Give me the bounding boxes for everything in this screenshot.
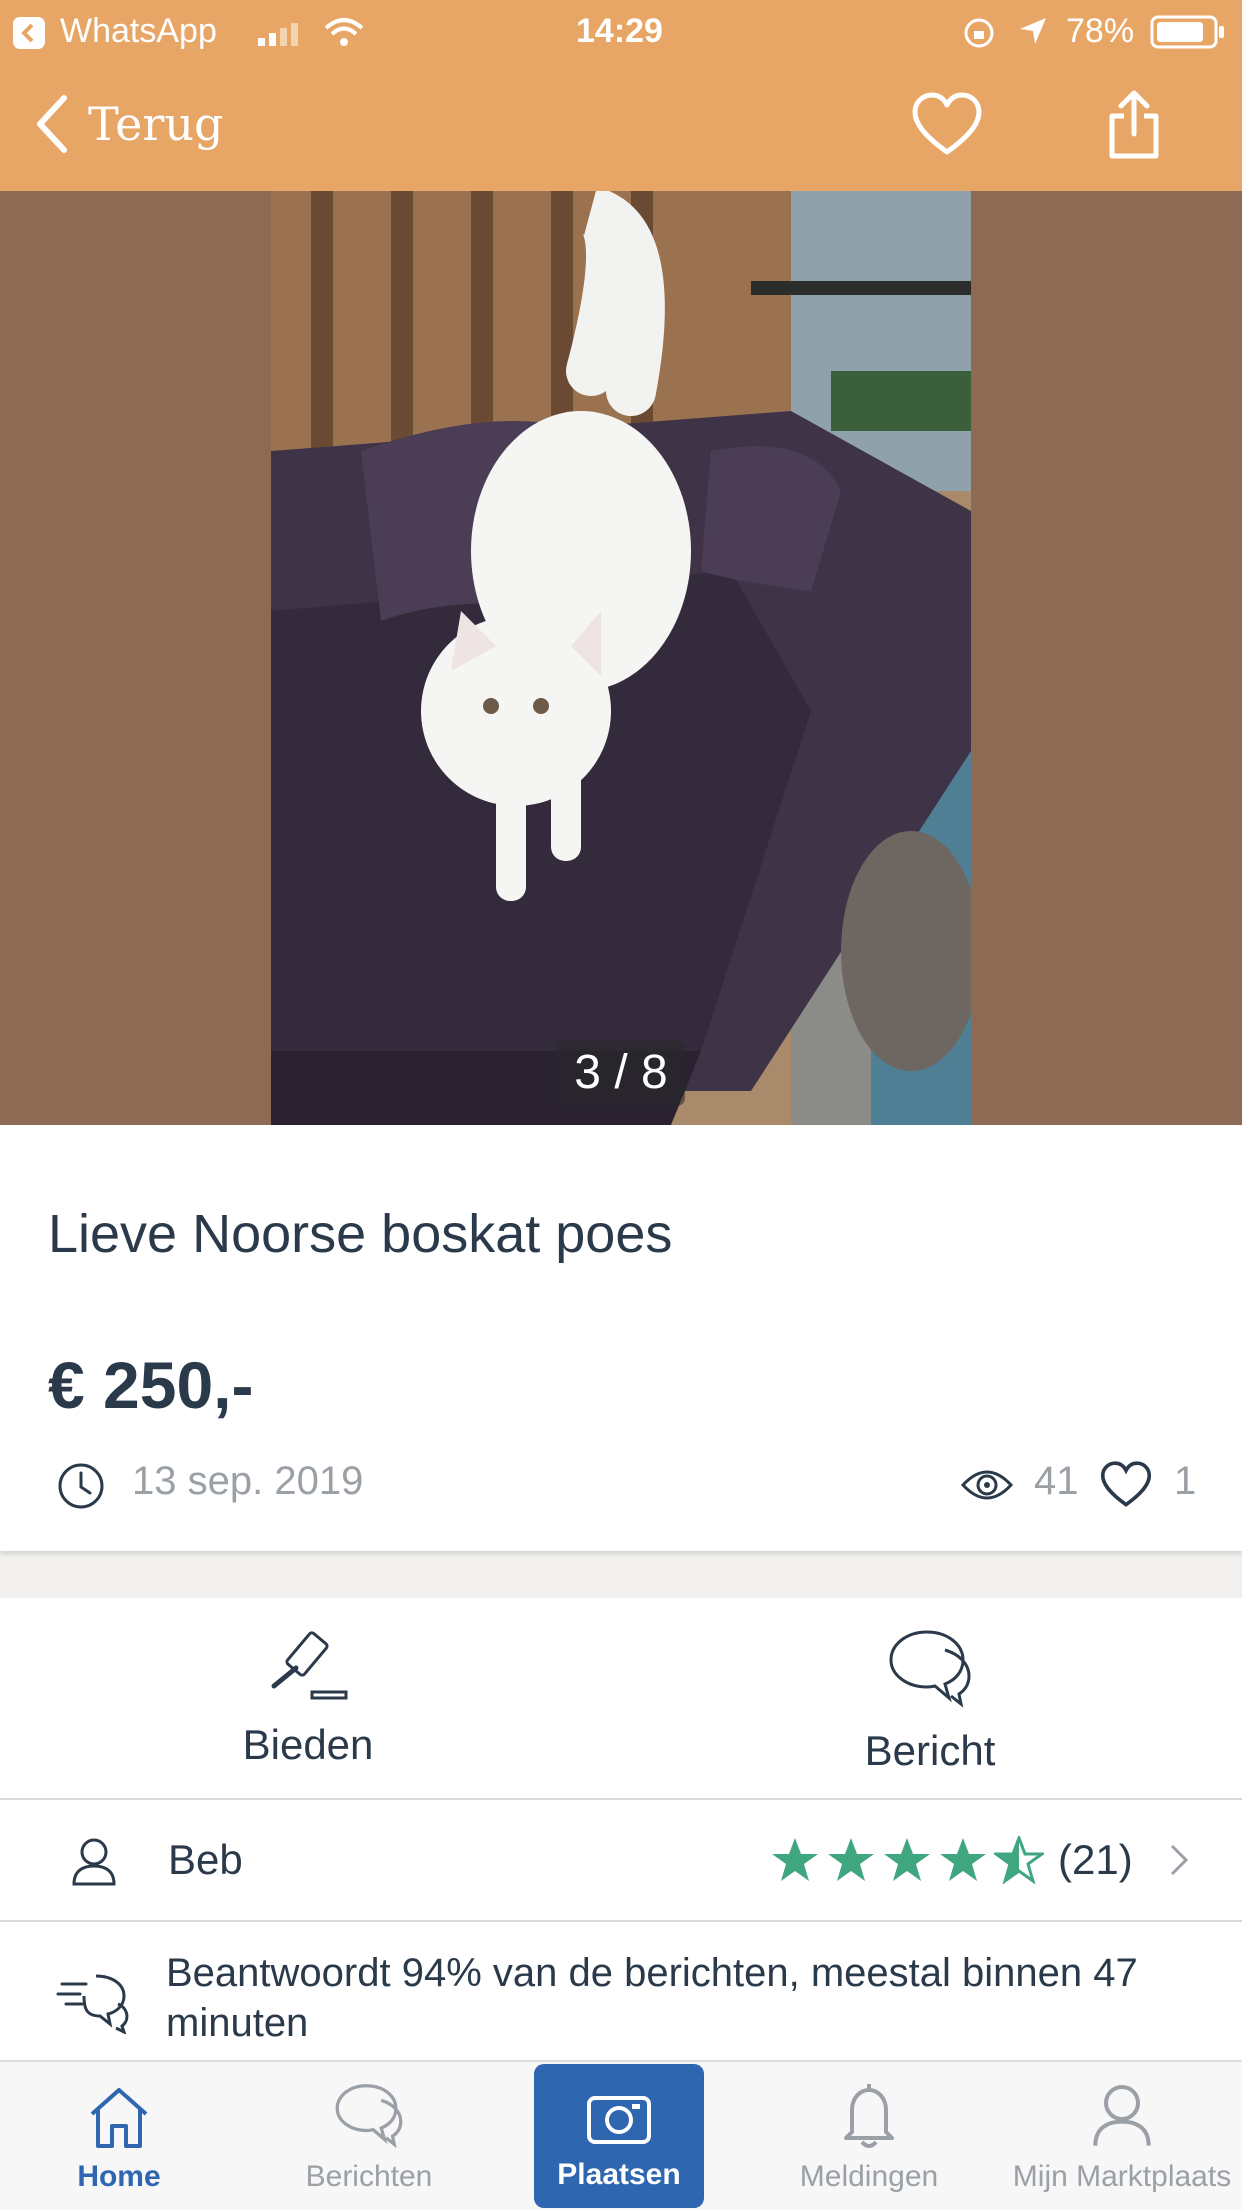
- review-count: (21): [1058, 1836, 1133, 1883]
- navigation-bar: Terug: [0, 64, 1242, 191]
- tab-plaatsen[interactable]: Plaatsen: [534, 2064, 704, 2208]
- tab-mijn-marktplaats[interactable]: Mijn Marktplaats: [1004, 2062, 1240, 2210]
- favorite-heart-icon[interactable]: [912, 92, 982, 158]
- back-label: Terug: [88, 97, 224, 151]
- listing-title: Lieve Noorse boskat poes: [48, 1204, 673, 1264]
- gavel-icon: [271, 1631, 348, 1700]
- tab-plaatsen-label: Plaatsen: [557, 2158, 681, 2191]
- location-icon: [1020, 18, 1046, 44]
- camera-icon: [587, 2096, 651, 2144]
- action-bar: Bieden Bericht: [0, 1598, 1242, 1800]
- share-icon[interactable]: [1106, 90, 1162, 160]
- bell-icon: [844, 2084, 894, 2148]
- wifi-icon: [324, 18, 364, 46]
- orientation-lock-icon: [964, 18, 994, 48]
- tab-mijn-marktplaats-label: Mijn Marktplaats: [1012, 2160, 1232, 2193]
- image-counter: 3 / 8: [557, 1040, 685, 1106]
- tab-berichten[interactable]: Berichten: [254, 2062, 484, 2210]
- response-text: Beantwoordt 94% van de berichten, meesta…: [166, 1951, 1138, 2045]
- favorites-heart-icon: [1100, 1461, 1152, 1507]
- clock-icon: [58, 1463, 104, 1509]
- signal-icon: [258, 23, 298, 46]
- tab-berichten-label: Berichten: [305, 2160, 433, 2193]
- battery-icon: [1150, 15, 1224, 49]
- view-count: 41: [1034, 1459, 1079, 1503]
- star-icon: [828, 1838, 874, 1881]
- fast-reply-icon: [56, 1974, 129, 2034]
- back-app-label[interactable]: WhatsApp: [60, 8, 217, 54]
- back-to-app-icon[interactable]: [12, 16, 46, 50]
- tab-home[interactable]: Home: [4, 2062, 234, 2210]
- half-star-icon: [994, 1836, 1044, 1884]
- user-icon: [72, 1838, 116, 1886]
- chat-bubbles-icon: [889, 1630, 971, 1708]
- star-icon: [772, 1838, 818, 1881]
- seller-row[interactable]: Beb (21): [0, 1800, 1242, 1922]
- rating-stars: [770, 1836, 1044, 1884]
- favorite-count: 1: [1174, 1459, 1197, 1503]
- bid-label: Bieden: [242, 1721, 374, 1768]
- chevron-right-icon: [1170, 1844, 1189, 1876]
- seller-name: Beb: [168, 1836, 243, 1883]
- listing-photo[interactable]: [271, 191, 971, 1125]
- home-icon: [90, 2088, 148, 2148]
- star-icon: [884, 1838, 930, 1881]
- listing-details: Lieve Noorse boskat poes € 250,- 13 sep.…: [0, 1125, 1242, 1551]
- battery-percent: 78%: [1066, 12, 1135, 50]
- response-info: Beantwoordt 94% van de berichten, meesta…: [0, 1922, 1242, 2062]
- bid-button[interactable]: Bieden: [158, 1628, 458, 1769]
- chat-bubbles-icon: [335, 2084, 403, 2148]
- listing-price: € 250,-: [48, 1348, 254, 1422]
- back-button[interactable]: Terug: [34, 94, 223, 154]
- status-bar: WhatsApp 14:29 78%: [0, 0, 1242, 64]
- chevron-left-icon: [37, 95, 67, 153]
- image-gallery[interactable]: [0, 191, 1242, 1125]
- tab-home-label: Home: [77, 2160, 161, 2193]
- tab-bar: Home Berichten Plaatsen Meldingen Mijn M…: [0, 2060, 1242, 2210]
- clock: 14:29: [576, 12, 663, 50]
- views-eye-icon: [960, 1470, 1014, 1500]
- listing-date: 13 sep. 2019: [132, 1459, 364, 1503]
- tab-meldingen-label: Meldingen: [799, 2160, 939, 2193]
- message-button[interactable]: Bericht: [780, 1628, 1080, 1775]
- tab-meldingen[interactable]: Meldingen: [754, 2062, 984, 2210]
- user-icon: [1093, 2085, 1151, 2146]
- message-label: Bericht: [864, 1727, 996, 1774]
- star-icon: [940, 1838, 986, 1881]
